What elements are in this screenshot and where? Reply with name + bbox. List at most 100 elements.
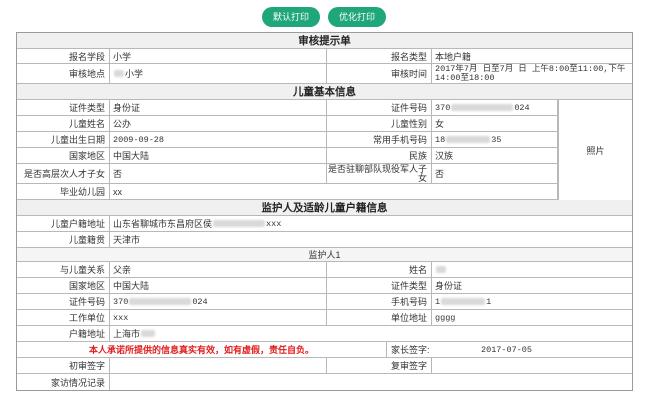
phone-prefix: 18 <box>435 134 446 145</box>
addr-text: 上海市 <box>113 329 141 339</box>
work-value: xxx <box>110 310 327 325</box>
hukou-addr-value: 山东省聊城市东昌府区侯 xxx <box>110 216 632 231</box>
name-label: 儿童姓名 <box>17 116 110 131</box>
place-value: 小学 <box>110 64 327 83</box>
phone-suffix: 35 <box>491 134 502 145</box>
parent-sign-label: 家长签字: <box>391 345 430 355</box>
ethnic-label: 民族 <box>327 148 432 163</box>
phone-value: 18 35 <box>432 132 558 147</box>
guardian-row-5: 证件号码 370 024 手机号码 11 <box>17 294 632 310</box>
guardian-title: 监护人及适龄儿童户籍信息 <box>17 200 632 215</box>
child-row-5: 是否高层次人才子女 否 是否驻聊部队现役军人子女 否 <box>17 164 632 184</box>
hukou-value: 天津市 <box>113 235 141 245</box>
redacted-mark <box>141 330 156 337</box>
g-phone-value: 11 <box>432 294 632 309</box>
photo-cell: 照片 <box>558 100 632 200</box>
second-sign-label: 复审签字 <box>327 358 432 373</box>
guardian1-title: 监护人1 <box>17 248 632 261</box>
redacted-mark <box>213 220 266 227</box>
work-addr-value: gggg <box>435 312 456 323</box>
addr-label: 户籍地址 <box>17 326 110 341</box>
g-id-no-value: 370 024 <box>110 294 327 309</box>
id-type-label: 证件类型 <box>17 100 110 115</box>
review-section-header: 审核提示单 <box>17 33 632 49</box>
hukou-addr-label: 儿童户籍地址 <box>17 216 110 231</box>
child-title: 儿童基本信息 <box>17 84 632 99</box>
child-info-block: 证件类型 身份证 证件号码 370 024 儿童姓名 公办 儿童性别 女 儿童出生… <box>17 100 632 200</box>
guardian-row-3: 与儿童关系 父亲 姓名 <box>17 262 632 278</box>
gender-label: 儿童性别 <box>327 116 432 131</box>
id-no-label: 证件号码 <box>327 100 432 115</box>
kinder-value: xx <box>110 184 558 199</box>
id-no-value: 370 024 <box>432 100 558 115</box>
first-review-row: 初审签字 复审签字 <box>17 358 632 374</box>
redacted-mark <box>441 298 486 305</box>
work-label: 工作单位 <box>17 310 110 325</box>
first-sign-label: 初审签字 <box>17 358 110 373</box>
redacted-mark <box>451 104 514 111</box>
g-id-no-label: 证件号码 <box>17 294 110 309</box>
type-label: 报名类型 <box>327 49 432 63</box>
g-phone-prefix: 1 <box>435 296 441 307</box>
child-row-1: 证件类型 身份证 证件号码 370 024 <box>17 100 632 116</box>
guardian-section-header: 监护人及适龄儿童户籍信息 <box>17 200 632 216</box>
review-row-2: 审核地点 小学 审核时间 2017年7月 日至7月 日 上午8:00至11:00… <box>17 64 632 84</box>
review-title: 审核提示单 <box>17 33 632 48</box>
guardian1-subheader: 监护人1 <box>17 248 632 262</box>
place-text: 小学 <box>125 69 144 79</box>
child-section-header: 儿童基本信息 <box>17 84 632 100</box>
visit-row: 家访情况记录 <box>17 374 632 390</box>
g-phone-label: 手机号码 <box>327 294 432 309</box>
talent-label: 是否高层次人才子女 <box>17 164 110 183</box>
g-region-value: 中国大陆 <box>110 278 327 293</box>
relation-label: 与儿童关系 <box>17 262 110 277</box>
work-addr-label: 单位地址 <box>327 310 432 325</box>
military-value: 否 <box>432 164 558 183</box>
birth-value: 2009-09-28 <box>110 132 327 147</box>
region-value: 中国大陆 <box>110 148 327 163</box>
phone-label: 常用手机号码 <box>327 132 432 147</box>
g-phone-suffix: 1 <box>486 296 492 307</box>
kinder-label: 毕业幼儿园 <box>17 184 110 199</box>
time-label: 审核时间 <box>327 64 432 83</box>
birth-label: 儿童出生日期 <box>17 132 110 147</box>
promise-text: 本人承诺所提供的信息真实有效，如有虚假，责任自负。 <box>17 342 387 357</box>
second-sign-value <box>432 358 632 373</box>
name-value: 公办 <box>110 116 327 131</box>
guardian-row-7: 户籍地址 上海市 <box>17 326 632 342</box>
child-row-4: 国家地区 中国大陆 民族 汉族 <box>17 148 632 164</box>
g-id-no-suffix: 024 <box>192 296 208 307</box>
promise-row: 本人承诺所提供的信息真实有效，如有虚假，责任自负。 家长签字: 2017-07-… <box>17 342 632 358</box>
review-row-1: 报名学段 小学 报名类型 本地户籍 <box>17 49 632 64</box>
visit-label: 家访情况记录 <box>17 374 110 390</box>
time-value: 2017年7月 日至7月 日 上午8:00至11:00,下午14:00至18:0… <box>435 64 626 83</box>
id-type-value: 身份证 <box>110 100 327 115</box>
guardian-row-6: 工作单位 xxx 单位地址 gggg <box>17 310 632 326</box>
school-value: 小学 <box>110 49 327 63</box>
hukou-addr-prefix: 山东省聊城市东昌府区侯 <box>113 219 213 229</box>
g-id-type-label: 证件类型 <box>327 278 432 293</box>
place-label: 审核地点 <box>17 64 110 83</box>
optimized-print-button[interactable]: 优化打印 <box>328 7 386 27</box>
child-row-6: 毕业幼儿园 xx <box>17 184 632 200</box>
military-label: 是否驻聊部队现役军人子女 <box>327 164 432 183</box>
id-no-suffix: 024 <box>514 102 530 113</box>
child-row-3: 儿童出生日期 2009-09-28 常用手机号码 18 35 <box>17 132 632 148</box>
redacted-mark <box>114 70 124 77</box>
relation-value: 父亲 <box>110 262 327 277</box>
g-name-label: 姓名 <box>327 262 432 277</box>
ethnic-value: 汉族 <box>432 148 558 163</box>
hukou-addr-suffix: xxx <box>266 218 282 229</box>
gender-value: 女 <box>432 116 558 131</box>
talent-value: 否 <box>110 164 327 183</box>
g-region-label: 国家地区 <box>17 278 110 293</box>
review-sheet: 审核提示单 报名学段 小学 报名类型 本地户籍 审核地点 小学 审核时间 201… <box>16 32 633 391</box>
g-id-no-prefix: 370 <box>113 296 129 307</box>
redacted-mark <box>446 136 491 143</box>
id-no-prefix: 370 <box>435 102 451 113</box>
guardian-row-4: 国家地区 中国大陆 证件类型 身份证 <box>17 278 632 294</box>
region-label: 国家地区 <box>17 148 110 163</box>
g-name-value <box>432 262 632 277</box>
first-sign-value <box>110 358 327 373</box>
default-print-button[interactable]: 默认打印 <box>262 7 320 27</box>
